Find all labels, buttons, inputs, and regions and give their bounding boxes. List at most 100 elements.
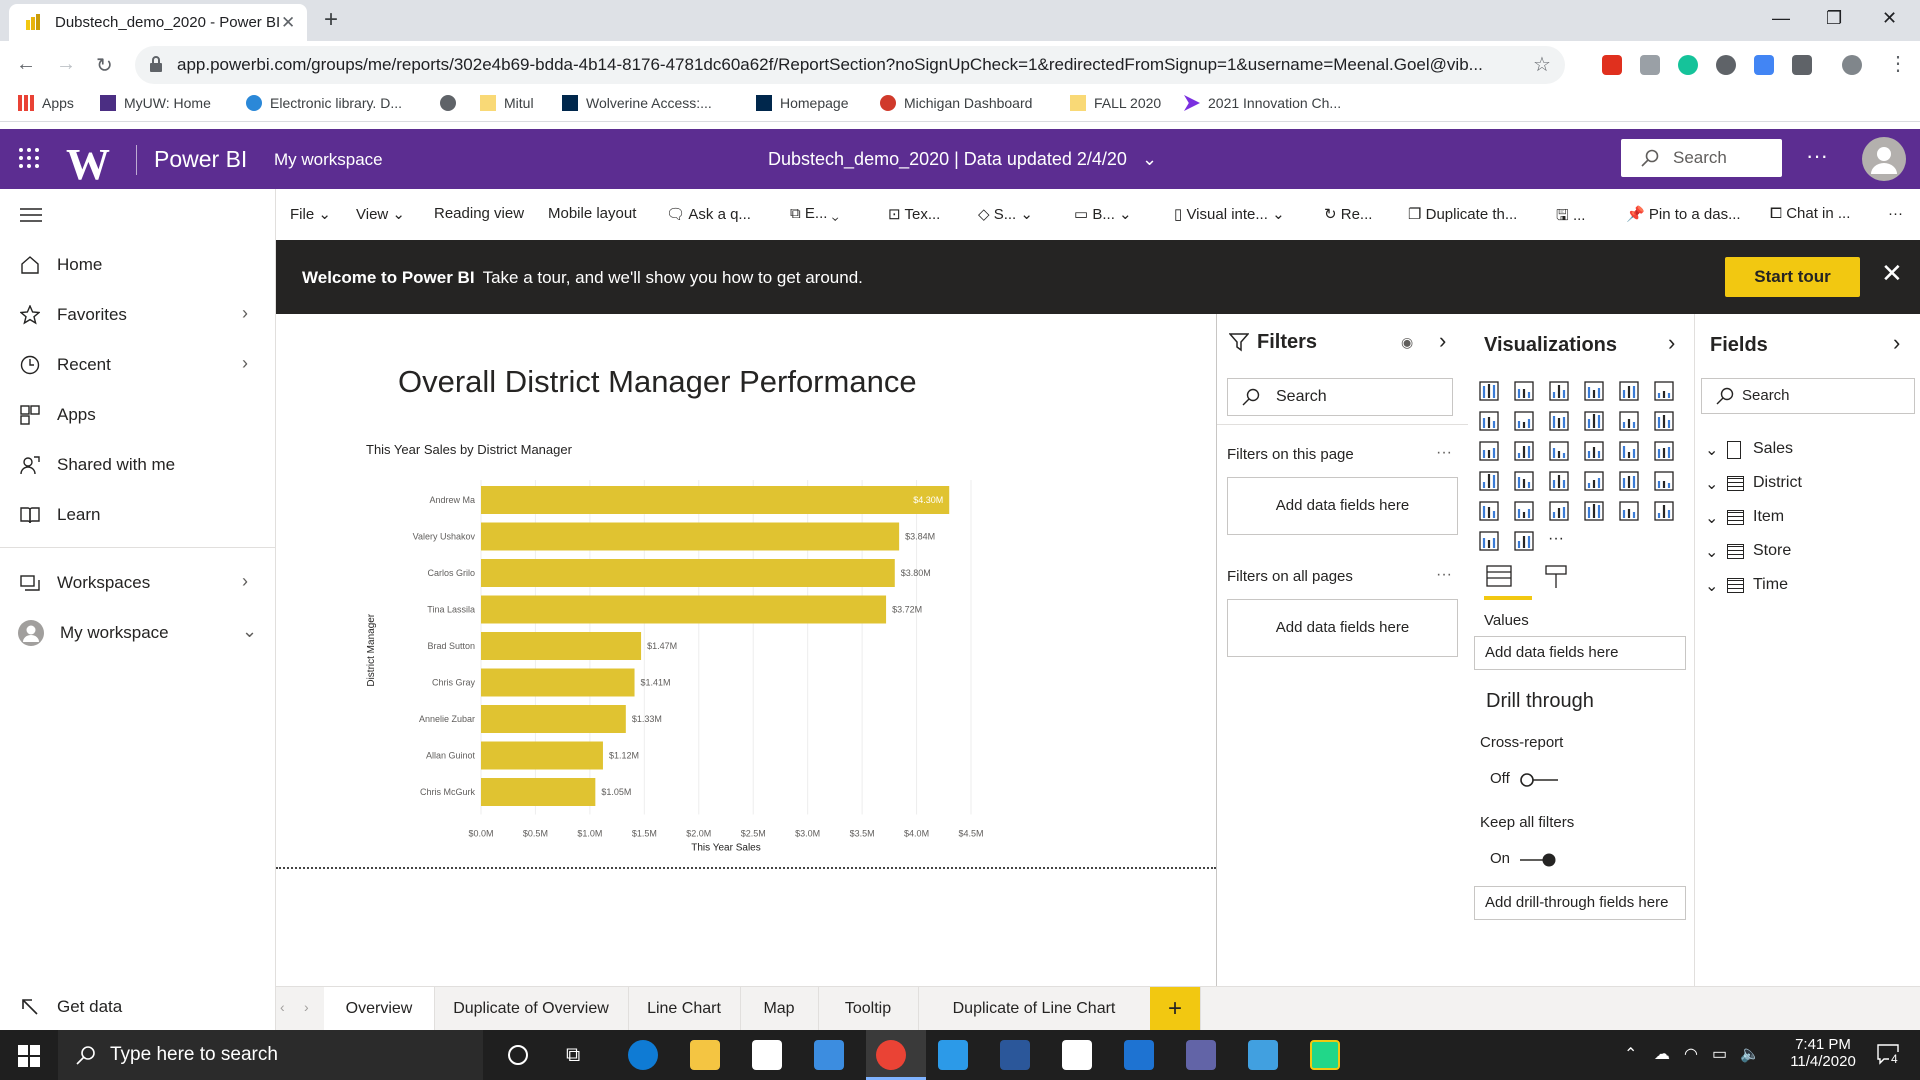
table-visual-icon[interactable] [1513, 500, 1535, 522]
card-visual-icon[interactable] [1583, 470, 1605, 492]
power-apps-visual-icon[interactable] [1513, 530, 1535, 552]
extension-gray-icon[interactable] [1640, 55, 1660, 75]
line-column-visual-icon[interactable] [1583, 410, 1605, 432]
matrix-visual-icon[interactable] [1548, 500, 1570, 522]
toolbar-more-icon[interactable]: ··· [1888, 205, 1903, 222]
bookmark-apps[interactable]: Apps [18, 95, 74, 111]
100-bar-visual-icon[interactable] [1618, 380, 1640, 402]
drill-through-drop-zone[interactable]: Add drill-through fields here [1474, 886, 1686, 920]
workspace-link[interactable]: My workspace [274, 150, 383, 170]
stacked-area-visual-icon[interactable] [1548, 410, 1570, 432]
fields-search-input[interactable]: Search [1701, 378, 1915, 414]
page-tab-duplicate-of-line-chart[interactable]: Duplicate of Line Chart [918, 987, 1151, 1031]
toolbar-explore[interactable]: ⧉ E... ⌄ [790, 205, 839, 222]
photos-icon[interactable] [1248, 1040, 1278, 1070]
reload-icon[interactable]: ↻ [96, 53, 113, 78]
extension-w-icon[interactable] [1716, 55, 1736, 75]
toolbar-pin-dashboard[interactable]: 📌 Pin to a das... [1626, 205, 1741, 223]
taskbar-search-input[interactable]: Type here to search [58, 1030, 483, 1080]
filters-search-input[interactable]: Search [1227, 378, 1453, 416]
page-tab-line-chart[interactable]: Line Chart [628, 987, 741, 1031]
bookmark-michigan-dashboard[interactable]: Michigan Dashboard [880, 95, 1032, 111]
cross-report-toggle[interactable] [1520, 772, 1560, 788]
kpi-visual-icon[interactable] [1653, 470, 1675, 492]
file-explorer-icon[interactable] [690, 1040, 720, 1070]
pycharm-icon[interactable] [1310, 1040, 1340, 1070]
nav-learn[interactable]: Learn [0, 495, 275, 535]
drive-icon[interactable] [1754, 55, 1774, 75]
word-icon[interactable] [1000, 1040, 1030, 1070]
area-visual-icon[interactable] [1513, 410, 1535, 432]
treemap-visual-icon[interactable] [1653, 440, 1675, 462]
toolbar-text-box[interactable]: ⊡ Tex... [888, 205, 940, 223]
bar-chart[interactable]: This Year Sales by District Manager $0.0M… [366, 440, 1116, 870]
extension-tp-icon[interactable] [1602, 55, 1622, 75]
app-launcher-icon[interactable] [18, 147, 40, 169]
multi-row-card-visual-icon[interactable] [1618, 470, 1640, 492]
app-icon[interactable] [1124, 1040, 1154, 1070]
toolbar-view[interactable]: View ⌄ [356, 205, 405, 223]
onedrive-icon[interactable]: ☁ [1654, 1044, 1670, 1064]
battery-icon[interactable]: ▭ [1712, 1044, 1727, 1064]
decomposition-tree-visual-icon[interactable] [1618, 500, 1640, 522]
banner-close-icon[interactable]: ✕ [1881, 258, 1903, 289]
omnibox[interactable]: app.powerbi.com/groups/me/reports/302e4b… [135, 46, 1565, 84]
clustered-bar-visual-icon[interactable] [1548, 380, 1570, 402]
bookmark-wolverine[interactable]: Wolverine Access:... [562, 95, 712, 111]
page-tab-tooltip[interactable]: Tooltip [818, 987, 919, 1031]
cortana-icon[interactable] [508, 1045, 528, 1065]
task-view-icon[interactable]: ⧉ [566, 1044, 580, 1067]
more-icon[interactable]: ··· [1436, 444, 1452, 462]
format-paint-roller-icon[interactable] [1544, 564, 1568, 590]
collapse-fields-icon[interactable]: › [1893, 330, 1900, 356]
start-tour-button[interactable]: Start tour [1725, 257, 1860, 297]
page-tab-duplicate-of-overview[interactable]: Duplicate of Overview [434, 987, 629, 1031]
toolbar-reading-view[interactable]: Reading view [434, 205, 524, 222]
bookmark-myuw[interactable]: MyUW: Home [100, 95, 211, 111]
toolbar-mobile-layout[interactable]: Mobile layout [548, 205, 636, 222]
clock[interactable]: 7:41 PM 11/4/2020 [1778, 1036, 1868, 1070]
toolbar-refresh[interactable]: ↻ Re... [1324, 205, 1372, 223]
page-tab-map[interactable]: Map [740, 987, 819, 1031]
bookmark-star-icon[interactable]: ☆ [1533, 52, 1551, 77]
scroll-right-icon[interactable]: › [304, 999, 309, 1015]
toolbar-duplicate-page[interactable]: ❐ Duplicate th... [1408, 205, 1517, 223]
filters-all-pages-drop-zone[interactable]: Add data fields here [1227, 599, 1458, 657]
qa-visual-icon[interactable] [1653, 500, 1675, 522]
pie-visual-icon[interactable] [1583, 440, 1605, 462]
report-title-dropdown[interactable]: Dubstech_demo_2020 | Data updated 2/4/20… [768, 149, 1157, 170]
nav-get-data[interactable]: Get data [0, 987, 275, 1027]
nav-home[interactable]: Home [0, 245, 275, 285]
more-visual-icon[interactable]: ··· [1548, 530, 1570, 552]
more-options-icon[interactable]: ··· [1806, 143, 1828, 169]
slicer-visual-icon[interactable] [1478, 500, 1500, 522]
user-avatar[interactable] [1862, 137, 1906, 181]
donut-visual-icon[interactable] [1618, 440, 1640, 462]
bookmark-library[interactable]: Electronic library. D... [246, 95, 402, 111]
teams-icon[interactable] [1186, 1040, 1216, 1070]
filled-map-visual-icon[interactable] [1513, 470, 1535, 492]
bookmark-innovation[interactable]: 2021 Innovation Ch... [1184, 95, 1341, 111]
scroll-left-icon[interactable]: ‹ [280, 999, 285, 1015]
nav-favorites[interactable]: Favorites › [0, 295, 275, 335]
page-tab-overview[interactable]: Overview [324, 987, 435, 1031]
add-page-button[interactable]: + [1150, 987, 1201, 1031]
map-visual-icon[interactable] [1478, 470, 1500, 492]
stacked-column-visual-icon[interactable] [1513, 380, 1535, 402]
line-clustered-visual-icon[interactable] [1618, 410, 1640, 432]
browser-tab[interactable]: Dubstech_demo_2020 - Power BI ✕ [9, 4, 307, 41]
tab-close-icon[interactable]: ✕ [281, 13, 295, 33]
toolbar-file[interactable]: File ⌄ [290, 205, 331, 223]
collapse-filters-icon[interactable]: › [1439, 328, 1446, 354]
windows-start-icon[interactable] [18, 1045, 40, 1067]
nav-recent[interactable]: Recent › [0, 345, 275, 385]
values-drop-zone[interactable]: Add data fields here [1474, 636, 1686, 670]
paginated-visual-icon[interactable] [1478, 530, 1500, 552]
store-icon[interactable] [752, 1040, 782, 1070]
vscode-icon[interactable] [938, 1040, 968, 1070]
more-icon[interactable]: ··· [1436, 566, 1452, 584]
volume-icon[interactable]: 🔈 [1740, 1044, 1760, 1064]
bookmark-homepage[interactable]: Homepage [756, 95, 849, 111]
toolbar-buttons[interactable]: ▭ B... ⌄ [1074, 205, 1132, 223]
nav-apps[interactable]: Apps [0, 395, 275, 435]
